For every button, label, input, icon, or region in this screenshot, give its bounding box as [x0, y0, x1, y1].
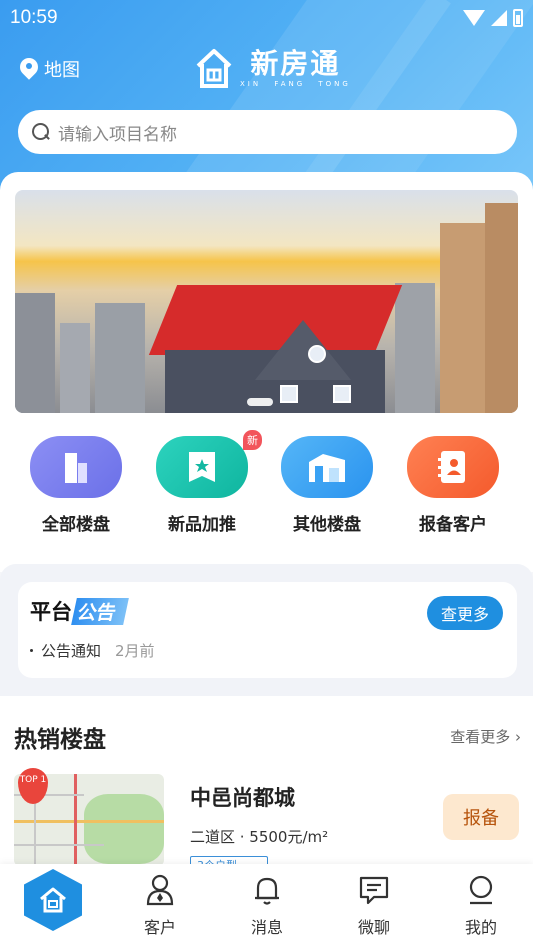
quick-item-label: 其他楼盘	[293, 515, 361, 535]
quick-item-label: 报备客户	[419, 515, 487, 535]
app-logo: 新房通 XIN FANG TONG	[194, 46, 351, 90]
notice-more-button[interactable]: 查更多	[427, 596, 503, 630]
logo-title: 新房通	[250, 47, 341, 80]
status-icons	[463, 9, 523, 27]
person-icon	[146, 874, 174, 906]
map-green-area	[84, 794, 164, 864]
hot-listings-section: 热销楼盘 查看更多 › TOP 1 中邑尚都城 二道区 · 5500元/m² 3…	[0, 696, 533, 872]
banner-window	[308, 345, 326, 363]
house-logo-icon	[196, 49, 232, 88]
bell-icon	[255, 877, 279, 905]
status-time: 10:59	[10, 7, 58, 28]
contact-book-icon	[407, 436, 499, 498]
listing-info: 二道区 · 5500元/m²	[190, 828, 329, 846]
quick-item-new-launch[interactable]: 新 新品加推	[156, 430, 262, 535]
report-button[interactable]: 报备	[443, 794, 519, 840]
home-icon	[24, 869, 82, 931]
nav-label: 客户	[143, 918, 176, 937]
map-road	[14, 820, 164, 823]
quick-menu: 全部楼盘 新 新品加推 其他楼盘 报备客户	[0, 430, 533, 536]
status-bar: 10:59	[0, 0, 533, 36]
search-icon	[32, 123, 50, 141]
quick-item-all-buildings[interactable]: 全部楼盘	[30, 436, 122, 535]
carousel-indicator	[247, 398, 273, 406]
map-road	[74, 774, 77, 866]
hot-section-title: 热销楼盘	[14, 727, 106, 753]
quick-item-report-client[interactable]: 报备客户	[407, 436, 499, 535]
logo-text: 新房通 XIN FANG TONG	[240, 47, 351, 89]
listing-name: 中邑尚都城	[190, 786, 295, 810]
house-icon	[281, 436, 373, 498]
chat-icon	[359, 876, 389, 905]
new-badge: 新	[243, 430, 262, 450]
notice-title-platform: 平台	[30, 600, 72, 624]
star-tag-icon: 新	[156, 430, 262, 498]
logo-pinyin: XIN FANG TONG	[240, 80, 351, 88]
banner-building	[15, 293, 55, 413]
banner-building	[60, 323, 90, 413]
listing-card[interactable]: TOP 1 中邑尚都城 二道区 · 5500元/m² 3个户型 报备	[14, 768, 519, 872]
nav-item-mine[interactable]: 我的	[451, 874, 511, 938]
nav-home-button[interactable]	[24, 868, 82, 932]
banner-building	[95, 303, 145, 413]
notice-item[interactable]: 公告通知 2月前	[30, 640, 155, 661]
banner-building	[485, 203, 518, 413]
banner-gable	[255, 320, 351, 380]
map-label: 地图	[44, 60, 80, 81]
nav-item-messages[interactable]: 消息	[237, 874, 297, 938]
nav-item-chat[interactable]: 微聊	[344, 874, 404, 938]
signal-icon	[491, 10, 507, 26]
bullet-icon	[30, 649, 33, 652]
battery-icon	[513, 9, 523, 27]
building-icon	[30, 436, 122, 498]
quick-item-label: 新品加推	[168, 515, 236, 535]
notice-item-time: 2月前	[115, 642, 155, 660]
map-road	[14, 844, 104, 846]
map-button[interactable]: 地图	[20, 56, 80, 82]
wifi-icon	[463, 10, 485, 26]
notice-card: 平台 公告 查更多 公告通知 2月前	[18, 582, 517, 678]
profile-icon	[469, 875, 493, 905]
hot-more-link[interactable]: 查看更多 ›	[450, 726, 521, 747]
banner-window	[280, 385, 298, 403]
banner-carousel[interactable]	[15, 190, 518, 413]
search-placeholder: 请输入项目名称	[58, 124, 177, 145]
nav-label: 微聊	[357, 918, 390, 937]
notice-item-text: 公告通知	[41, 642, 102, 660]
nav-label: 我的	[464, 918, 497, 937]
quick-item-label: 全部楼盘	[42, 515, 110, 535]
location-pin-icon	[20, 58, 38, 80]
banner-window	[333, 385, 351, 403]
quick-item-other-buildings[interactable]: 其他楼盘	[281, 436, 373, 535]
app-header: 地图 新房通 XIN FANG TONG	[0, 44, 533, 94]
notice-title-announcement: 公告	[71, 597, 129, 625]
search-input[interactable]: 请输入项目名称	[18, 110, 517, 154]
nav-label: 消息	[250, 918, 283, 937]
banner-building	[395, 283, 435, 413]
nav-item-clients[interactable]: 客户	[130, 874, 190, 938]
notice-title: 平台 公告	[30, 596, 129, 626]
bottom-nav: 客户 消息 微聊 我的	[0, 864, 533, 949]
